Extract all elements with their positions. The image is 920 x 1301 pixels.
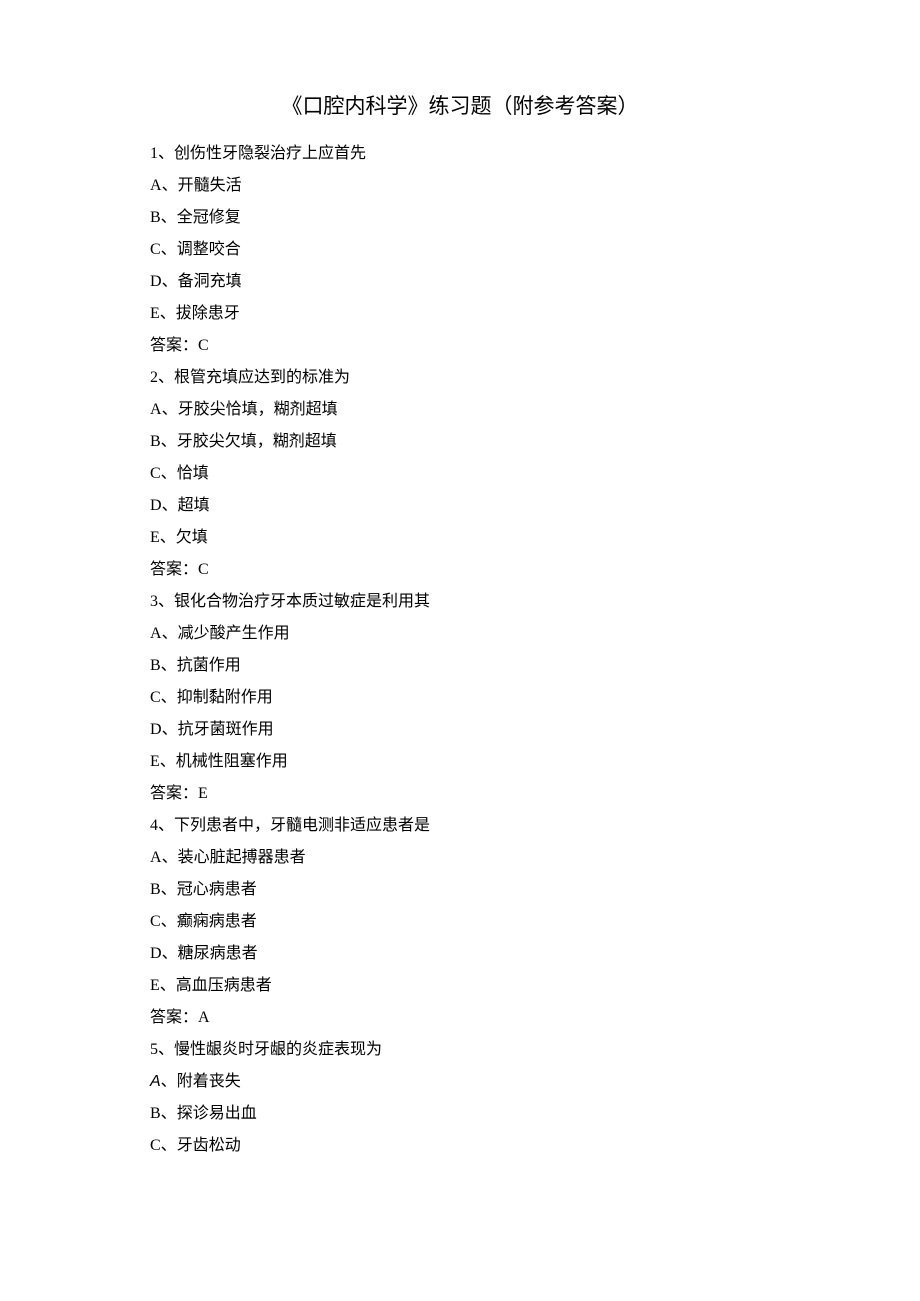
question-block: 1、创伤性牙隐裂治疗上应首先 A、开髓失活 B、全冠修复 C、调整咬合 D、备洞… xyxy=(150,138,770,362)
option-line: A、牙胶尖恰填，糊剂超填 xyxy=(150,394,770,426)
option-line: E、机械性阻塞作用 xyxy=(150,746,770,778)
option-line: A、减少酸产生作用 xyxy=(150,618,770,650)
answer-line: 答案：C xyxy=(150,554,770,586)
option-line: E、欠填 xyxy=(150,522,770,554)
question-stem: 4、下列患者中，牙髓电测非适应患者是 xyxy=(150,810,770,842)
option-line: A、装心脏起搏器患者 xyxy=(150,842,770,874)
option-line: C、恰填 xyxy=(150,458,770,490)
option-line: B、探诊易出血 xyxy=(150,1098,770,1130)
question-stem: 1、创伤性牙隐裂治疗上应首先 xyxy=(150,138,770,170)
option-line: D、抗牙菌斑作用 xyxy=(150,714,770,746)
answer-line: 答案：C xyxy=(150,330,770,362)
option-line: B、全冠修复 xyxy=(150,202,770,234)
option-line: D、超填 xyxy=(150,490,770,522)
option-line: D、备洞充填 xyxy=(150,266,770,298)
option-line: B、抗菌作用 xyxy=(150,650,770,682)
option-line: C、抑制黏附作用 xyxy=(150,682,770,714)
question-block: 3、银化合物治疗牙本质过敏症是利用其 A、减少酸产生作用 B、抗菌作用 C、抑制… xyxy=(150,586,770,810)
option-line: E、高血压病患者 xyxy=(150,970,770,1002)
question-stem: 2、根管充填应达到的标准为 xyxy=(150,362,770,394)
question-block: 2、根管充填应达到的标准为 A、牙胶尖恰填，糊剂超填 B、牙胶尖欠填，糊剂超填 … xyxy=(150,362,770,586)
question-stem: 3、银化合物治疗牙本质过敏症是利用其 xyxy=(150,586,770,618)
document-page: 《口腔内科学》练习题（附参考答案） 1、创伤性牙隐裂治疗上应首先 A、开髓失活 … xyxy=(0,0,920,1301)
question-block: 5、慢性龈炎时牙龈的炎症表现为 A、附着丧失 B、探诊易出血 C、牙齿松动 xyxy=(150,1034,770,1162)
option-line: A、附着丧失 xyxy=(150,1066,770,1098)
option-line: C、牙齿松动 xyxy=(150,1130,770,1162)
document-title: 《口腔内科学》练习题（附参考答案） xyxy=(150,90,770,120)
question-block: 4、下列患者中，牙髓电测非适应患者是 A、装心脏起搏器患者 B、冠心病患者 C、… xyxy=(150,810,770,1034)
question-stem: 5、慢性龈炎时牙龈的炎症表现为 xyxy=(150,1034,770,1066)
answer-line: 答案：E xyxy=(150,778,770,810)
answer-line: 答案：A xyxy=(150,1002,770,1034)
option-line: A、开髓失活 xyxy=(150,170,770,202)
option-line: C、调整咬合 xyxy=(150,234,770,266)
option-line: E、拔除患牙 xyxy=(150,298,770,330)
option-line: C、癫痫病患者 xyxy=(150,906,770,938)
option-line: B、冠心病患者 xyxy=(150,874,770,906)
option-line: D、糖尿病患者 xyxy=(150,938,770,970)
option-line: B、牙胶尖欠填，糊剂超填 xyxy=(150,426,770,458)
